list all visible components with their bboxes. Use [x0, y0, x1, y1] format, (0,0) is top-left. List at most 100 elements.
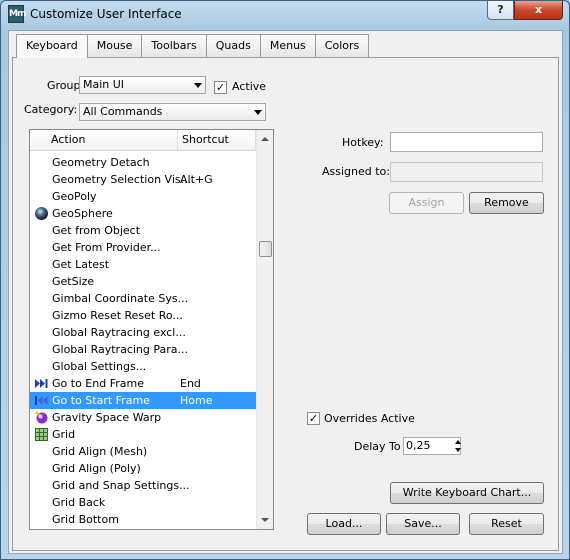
delay-to-label: Delay To [354, 440, 401, 453]
hotkey-input[interactable] [390, 132, 543, 152]
go-to-start-icon [34, 393, 49, 408]
list-row[interactable]: Gravity Space Warp [30, 409, 256, 426]
column-header-shortcut[interactable]: Shortcut [178, 130, 256, 151]
list-row[interactable]: Global Settings... [30, 358, 256, 375]
sphere-icon [34, 206, 49, 221]
row-action-label: Global Settings... [52, 360, 147, 373]
remove-button[interactable]: Remove [469, 192, 544, 214]
active-label: Active [232, 80, 267, 93]
scroll-up-arrow-icon[interactable] [261, 137, 269, 141]
list-row[interactable]: GeoSphere [30, 205, 256, 222]
list-row[interactable]: Gimbal Coordinate Sys... [30, 290, 256, 307]
list-row[interactable]: Grid Align (Poly) [30, 460, 256, 477]
scroll-down-arrow-icon[interactable] [261, 518, 269, 522]
title-bar[interactable]: Mm Customize User Interface ? x [1, 1, 569, 29]
row-action-label: Gravity Space Warp [52, 411, 162, 424]
go-to-end-icon [34, 376, 49, 391]
row-action-label: Grid Align (Mesh) [52, 445, 148, 458]
tab-toolbars[interactable]: Toolbars [141, 34, 207, 57]
row-action-label: Global Raytracing Para... [52, 343, 189, 356]
hotkey-label: Hotkey: [342, 136, 384, 149]
row-action-label: Gimbal Coordinate Sys... [52, 292, 189, 305]
list-row[interactable]: Get From Provider... [30, 239, 256, 256]
help-button[interactable]: ? [487, 1, 514, 20]
delay-to-spinner[interactable] [452, 437, 464, 455]
row-action-label: Get From Provider... [52, 241, 161, 254]
row-action-label: GeoSphere [52, 207, 113, 220]
group-dropdown[interactable]: Main UI [79, 76, 206, 94]
column-header-action[interactable]: Action [30, 130, 178, 151]
customize-ui-window: Mm Customize User Interface ? x Keyboard… [0, 0, 570, 560]
list-row[interactable]: Grid Bottom [30, 511, 256, 528]
list-row[interactable]: Grid Align (Mesh) [30, 443, 256, 460]
assigned-to-label: Assigned to: [322, 165, 390, 178]
list-row[interactable]: Grid [30, 426, 256, 443]
tab-menus[interactable]: Menus [259, 34, 316, 57]
overrides-active-checkbox[interactable]: ✓ [307, 412, 320, 425]
action-rows: Geometry Detach Geometry Selection Vis...… [30, 154, 256, 528]
list-row[interactable]: Global Raytracing Para... [30, 341, 256, 358]
gravity-icon [34, 410, 49, 425]
dialog-client-area: Keyboard Mouse Toolbars Quads Menus Colo… [8, 30, 563, 554]
tab-strip: Keyboard Mouse Toolbars Quads Menus Colo… [16, 34, 370, 58]
row-action-label: Gizmo Reset Reset Ro... [52, 309, 183, 322]
list-row[interactable]: Geometry Detach [30, 154, 256, 171]
scrollbar-thumb[interactable] [259, 241, 272, 257]
row-shortcut-label: End [180, 377, 201, 390]
tab-colors[interactable]: Colors [314, 34, 370, 57]
chevron-down-icon [194, 83, 202, 88]
save-button[interactable]: Save... [386, 513, 460, 535]
keyboard-panel: Group: Main UI ✓ Active Category: All Co… [12, 57, 559, 551]
row-action-label: Grid [52, 428, 76, 441]
list-row[interactable]: GeoPoly [30, 188, 256, 205]
category-label: Category: [24, 103, 78, 116]
list-row[interactable]: Geometry Selection Vis... Alt+G [30, 171, 256, 188]
group-dropdown-value: Main UI [83, 78, 125, 91]
row-shortcut-label: Home [180, 394, 213, 407]
list-row[interactable]: Go to End Frame End [30, 375, 256, 392]
active-checkbox[interactable]: ✓ [214, 81, 227, 94]
list-row[interactable]: Get from Object [30, 222, 256, 239]
tab-mouse[interactable]: Mouse [86, 34, 143, 57]
overrides-active-label: Overrides Active [324, 412, 415, 425]
list-row[interactable]: Global Raytracing excl... [30, 324, 256, 341]
list-row[interactable]: Grid and Snap Settings... [30, 477, 256, 494]
assign-button[interactable]: Assign [389, 192, 464, 214]
write-keyboard-chart-button[interactable]: Write Keyboard Chart... [390, 482, 544, 504]
row-action-label: GeoPoly [52, 190, 97, 203]
row-action-label: Grid and Snap Settings... [52, 479, 190, 492]
row-action-label: Get from Object [52, 224, 141, 237]
list-row[interactable]: Gizmo Reset Reset Ro... [30, 307, 256, 324]
action-list[interactable]: Action Shortcut Geometry Detach Geometry … [29, 129, 274, 530]
app-icon: Mm [8, 5, 26, 23]
category-dropdown[interactable]: All Commands [79, 103, 266, 121]
row-action-label: Go to Start Frame [52, 394, 150, 407]
close-button[interactable]: x [514, 1, 563, 20]
list-row[interactable]: Grid Back [30, 494, 256, 511]
reset-button[interactable]: Reset [469, 513, 544, 535]
list-header: Action Shortcut [30, 130, 256, 151]
tab-quads[interactable]: Quads [205, 34, 261, 57]
row-action-label: Get Latest [52, 258, 110, 271]
load-button[interactable]: Load... [307, 513, 381, 535]
row-action-label: Grid Back [52, 496, 106, 509]
list-scrollbar[interactable] [256, 130, 273, 529]
grid-icon [34, 427, 49, 442]
row-action-label: Grid Bottom [52, 513, 119, 526]
list-row[interactable]: Go to Start Frame Home [30, 392, 256, 409]
list-row[interactable]: GetSize [30, 273, 256, 290]
chevron-down-icon [254, 110, 262, 115]
row-action-label: Geometry Detach [52, 156, 150, 169]
window-title: Customize User Interface [30, 7, 182, 21]
tab-keyboard[interactable]: Keyboard [16, 34, 88, 58]
row-action-label: Grid Align (Poly) [52, 462, 141, 475]
row-action-label: GetSize [52, 275, 95, 288]
list-row[interactable]: Get Latest [30, 256, 256, 273]
row-action-label: Global Raytracing excl... [52, 326, 186, 339]
spinner-up-icon[interactable] [455, 440, 461, 444]
row-action-label: Go to End Frame [52, 377, 144, 390]
spinner-down-icon[interactable] [455, 448, 461, 452]
assigned-to-field [390, 162, 543, 182]
row-action-label: Geometry Selection Vis... [52, 173, 192, 186]
row-shortcut-label: Alt+G [180, 173, 213, 186]
